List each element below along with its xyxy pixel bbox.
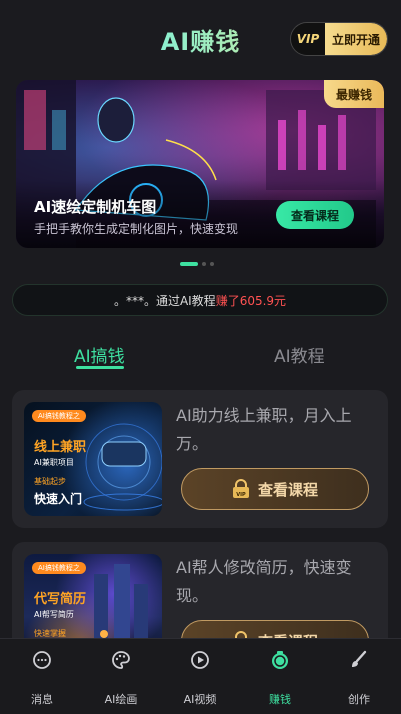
vip-open-button[interactable]: VIP 立即开通	[290, 22, 388, 56]
course-thumb-title: 线上兼职	[34, 440, 87, 455]
carousel-dot[interactable]	[210, 262, 214, 266]
vip-lock-icon: VIP	[232, 479, 249, 498]
bottom-nav: 消息 AI绘画 AI视频 赚钱 创作	[0, 638, 401, 714]
chat-bubble-icon	[33, 651, 51, 669]
carousel-dot-active[interactable]	[180, 262, 198, 266]
banner-subtitle: 手把手教你生成定制化图片，快速变现	[34, 222, 239, 236]
course-thumb-subtitle: AI兼职项目	[34, 458, 74, 467]
nav-label: AI视频	[183, 693, 217, 706]
ticker-amount: 赚了605.9元	[215, 293, 287, 308]
banner-title: AI速绘定制机车图	[34, 198, 157, 216]
play-circle-icon	[191, 651, 209, 669]
vip-open-label: 立即开通	[325, 23, 387, 55]
nav-item-create[interactable]: 创作	[319, 639, 399, 714]
earnings-ticker: 。***。通过AI教程 赚了605.9元	[12, 284, 388, 316]
nav-item-earn[interactable]: 赚钱	[240, 639, 320, 714]
tab-ai-earn[interactable]: AI搞钱	[74, 342, 125, 367]
course-card[interactable]: AI搞钱教程之 线上兼职 AI兼职项目 基础起步 快速入门 AI助力线上兼职，月…	[12, 390, 388, 528]
course-thumb-title: 代写简历	[34, 592, 87, 607]
course-thumb-subtitle: AI帮写简历	[34, 610, 74, 619]
course-tag: AI搞钱教程之	[32, 410, 86, 422]
view-course-button[interactable]: VIP 查看课程	[181, 468, 369, 510]
nav-label: 创作	[348, 693, 370, 706]
tab-ai-tutorial[interactable]: AI教程	[274, 342, 325, 367]
carousel-dot[interactable]	[202, 262, 206, 266]
nav-item-messages[interactable]: 消息	[2, 639, 82, 714]
course-description: AI助力线上兼职，月入上万。	[176, 406, 352, 453]
course-thumbnail: AI搞钱教程之 线上兼职 AI兼职项目 基础起步 快速入门	[24, 402, 162, 516]
header: AI赚钱 VIP 立即开通	[0, 0, 401, 78]
nav-item-ai-video[interactable]: AI视频	[160, 639, 240, 714]
course-thumb-level: 基础起步	[34, 477, 66, 486]
course-tag: AI搞钱教程之	[32, 562, 86, 574]
ticker-user: 。***。通过AI教程	[113, 293, 216, 308]
palette-icon	[112, 651, 130, 669]
banner-view-course-button[interactable]: 查看课程	[276, 201, 354, 229]
money-bag-icon	[272, 651, 288, 669]
banner-badge: 最赚钱	[324, 80, 384, 108]
nav-label: 消息	[31, 693, 53, 706]
nav-label: AI绘画	[104, 693, 138, 706]
tab-bar: AI搞钱 AI教程	[0, 330, 401, 380]
carousel-indicator	[180, 262, 214, 266]
nav-item-ai-painting[interactable]: AI绘画	[81, 639, 161, 714]
course-thumb-caption: 快速入门	[34, 492, 83, 506]
brush-icon	[352, 650, 367, 667]
tab-active-indicator	[76, 366, 124, 369]
nav-label: 赚钱	[269, 693, 291, 706]
svg-text:VIP: VIP	[236, 492, 246, 498]
vip-badge: VIP	[291, 23, 325, 55]
course-description: AI帮人修改简历，快速变现。	[176, 558, 352, 605]
view-course-label: 查看课程	[257, 480, 318, 499]
